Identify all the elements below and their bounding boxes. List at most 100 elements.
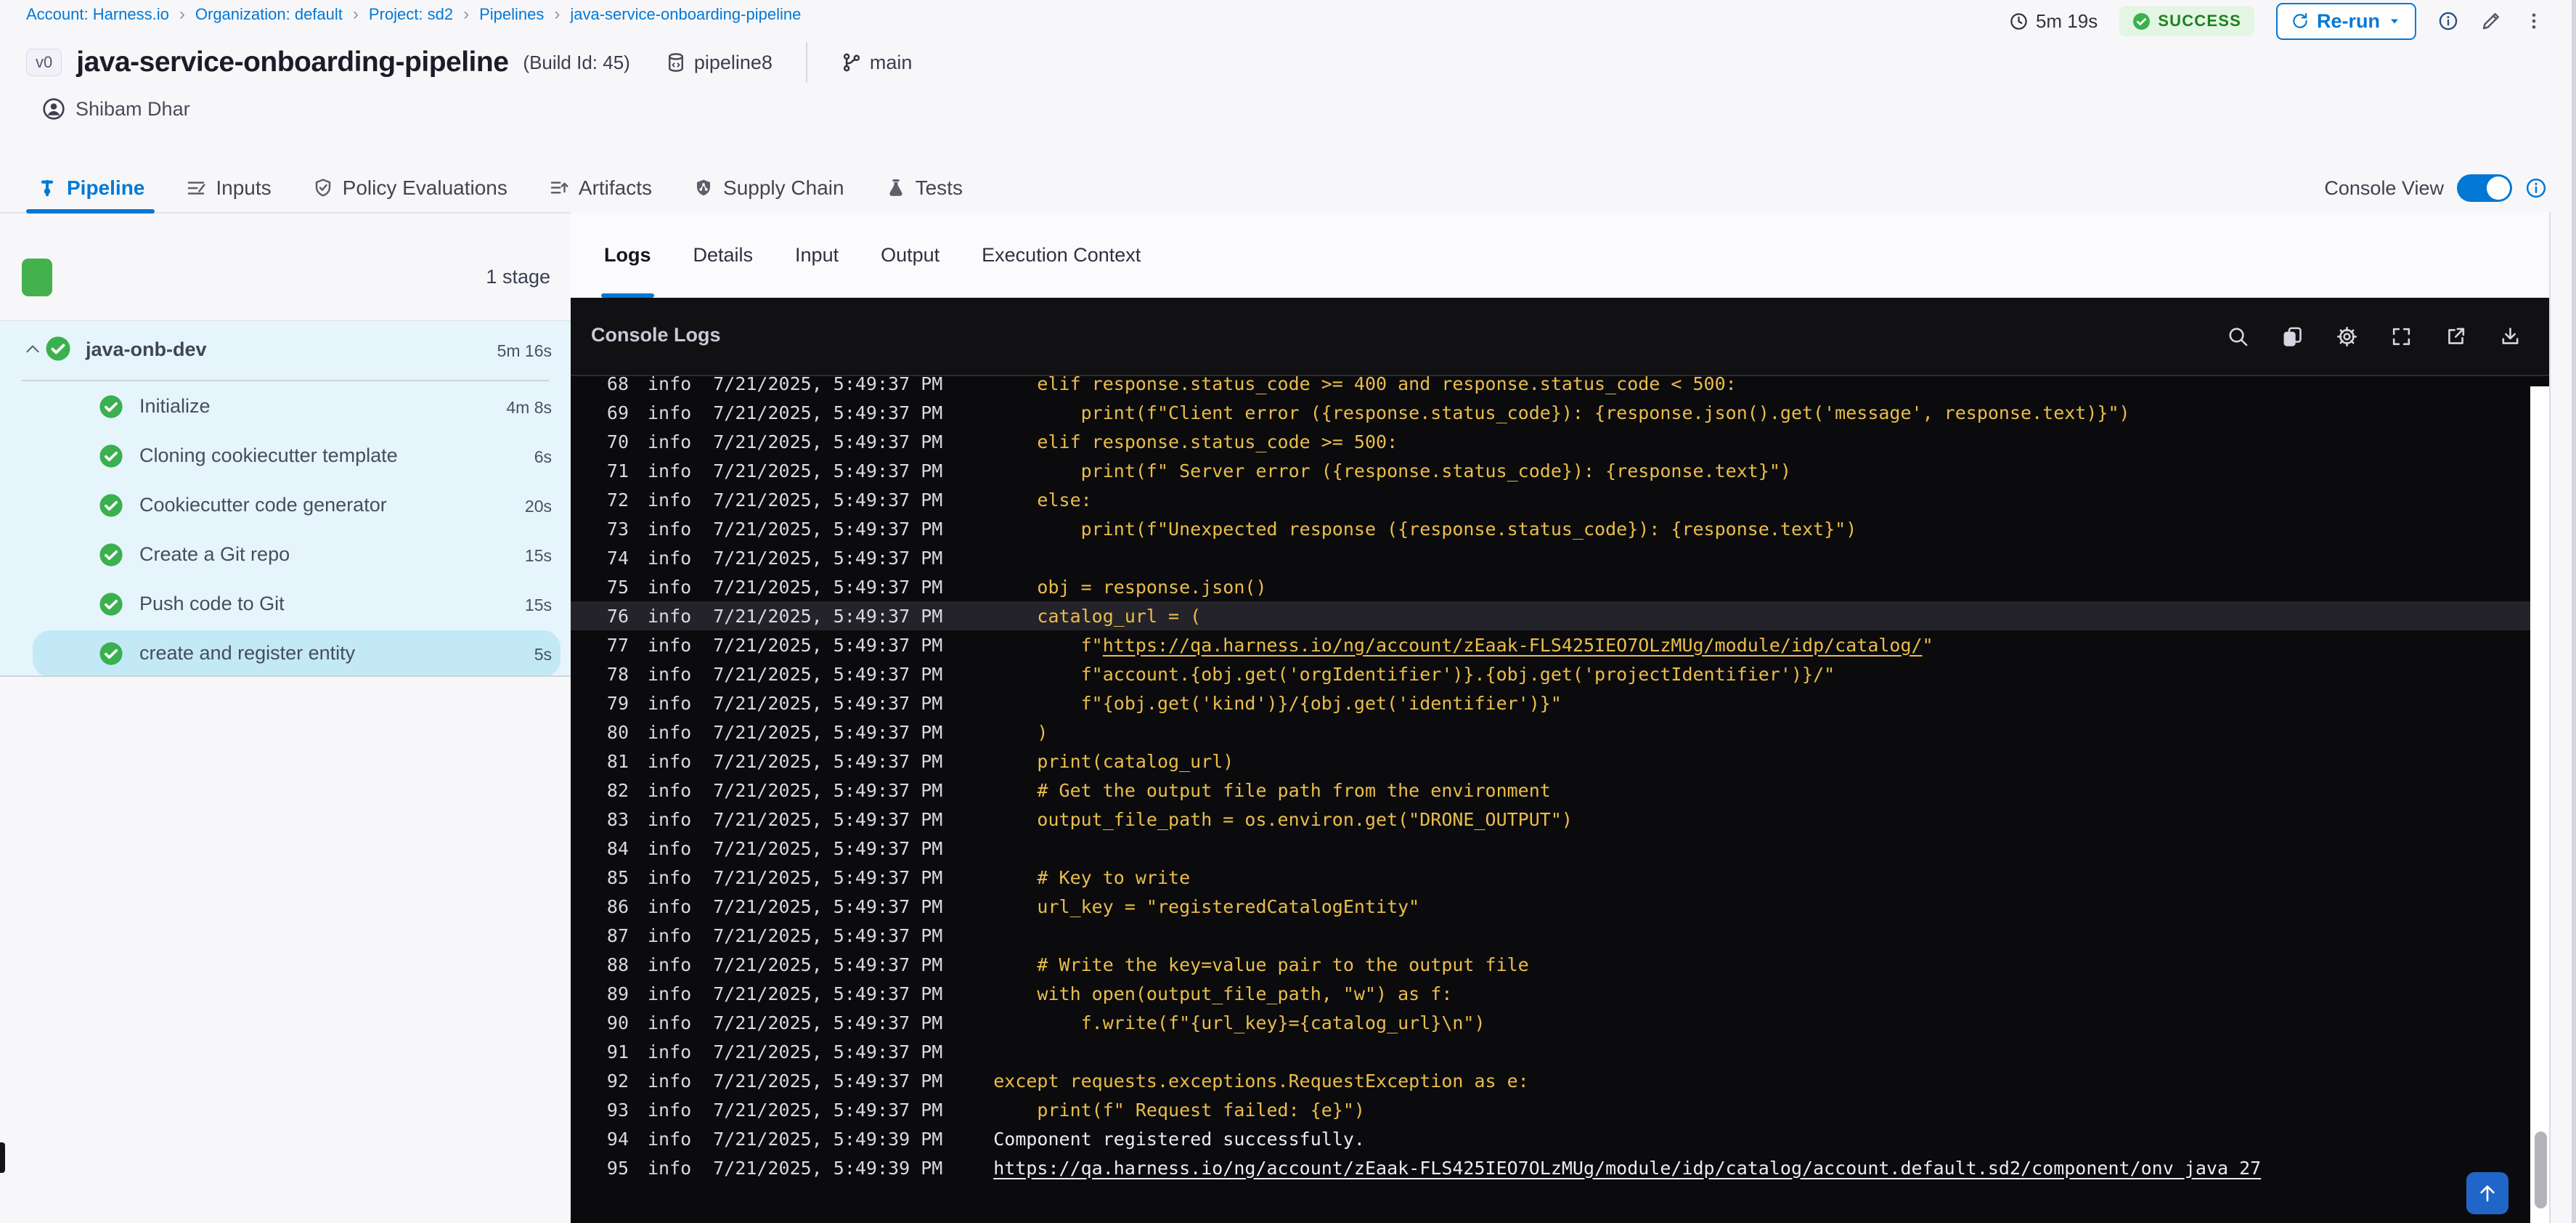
scroll-to-top-button[interactable] bbox=[2466, 1172, 2508, 1214]
log-message: # Key to write bbox=[993, 866, 1191, 888]
version-badge: v0 bbox=[26, 49, 62, 76]
step-name: Cookiecutter code generator bbox=[139, 494, 387, 516]
success-check-icon bbox=[99, 543, 123, 567]
chevron-up-icon[interactable] bbox=[23, 340, 42, 359]
console-view-toggle[interactable] bbox=[2457, 174, 2512, 202]
console-scrollbar-thumb[interactable] bbox=[2535, 1131, 2547, 1208]
log-timestamp: 7/21/2025, 5:49:37 PM bbox=[713, 895, 943, 917]
settings-icon[interactable] bbox=[2336, 325, 2358, 348]
log-line-number: 93 bbox=[606, 1099, 629, 1121]
tab-pipeline[interactable]: Pipeline bbox=[25, 164, 155, 214]
breadcrumb-item[interactable]: Organization: default bbox=[195, 5, 343, 24]
log-tab-execution-context[interactable]: Execution Context bbox=[982, 212, 1141, 298]
log-line-number: 79 bbox=[606, 692, 629, 714]
breadcrumb-item[interactable]: java-service-onboarding-pipeline bbox=[570, 5, 801, 24]
log-level: info bbox=[648, 576, 692, 598]
log-link[interactable]: https://qa.harness.io/ng/account/zEaak-F… bbox=[993, 1158, 2261, 1179]
log-tab-details[interactable]: Details bbox=[693, 212, 754, 298]
log-row: 89 info 7/21/2025, 5:49:37 PM with open(ou… bbox=[571, 979, 2530, 1008]
kebab-menu-icon[interactable] bbox=[2524, 11, 2544, 31]
log-message: print(f"Unexpected response ({response.s… bbox=[993, 518, 1857, 540]
open-in-new-icon[interactable] bbox=[2445, 325, 2467, 348]
breadcrumb-item[interactable]: Pipelines bbox=[479, 5, 544, 24]
branch-label: main bbox=[869, 51, 913, 73]
log-row: 74 info 7/21/2025, 5:49:37 PM bbox=[571, 543, 2530, 572]
title-row: v0 java-service-onboarding-pipeline (Bui… bbox=[26, 41, 912, 84]
tab-policy-evaluations[interactable]: Policy Evaluations bbox=[312, 164, 508, 212]
tab-inputs[interactable]: Inputs bbox=[185, 164, 272, 212]
step-row[interactable]: Create a Git repo 15s bbox=[0, 530, 571, 580]
info-icon[interactable] bbox=[2525, 177, 2547, 199]
tab-artifacts[interactable]: Artifacts bbox=[548, 164, 652, 212]
breadcrumb-item[interactable]: Project: sd2 bbox=[369, 5, 453, 24]
tab-label: Artifacts bbox=[578, 176, 653, 199]
tab-label: Pipeline bbox=[67, 176, 145, 199]
log-row: 84 info 7/21/2025, 5:49:37 PM bbox=[571, 834, 2530, 863]
step-row[interactable]: Cloning cookiecutter template 6s bbox=[0, 431, 571, 481]
duration-value: 5m 19s bbox=[2035, 9, 2098, 32]
step-row[interactable]: Push code to Git 15s bbox=[0, 580, 571, 629]
log-row: 71 info 7/21/2025, 5:49:37 PM print(f" Ser… bbox=[571, 456, 2530, 485]
log-message: url_key = "registeredCatalogEntity" bbox=[993, 895, 1420, 917]
step-name: Initialize bbox=[139, 395, 211, 417]
copy-icon[interactable] bbox=[2281, 325, 2304, 348]
edit-pencil-icon[interactable] bbox=[2480, 10, 2502, 32]
download-icon[interactable] bbox=[2499, 325, 2522, 348]
log-level: info bbox=[648, 954, 692, 975]
log-timestamp: 7/21/2025, 5:49:37 PM bbox=[713, 663, 943, 685]
browser-scrollbar[interactable] bbox=[2572, 0, 2576, 1223]
branch-info[interactable]: main bbox=[841, 51, 913, 74]
log-line-number: 76 bbox=[606, 605, 629, 627]
log-row: 82 info 7/21/2025, 5:49:37 PM # Get the ou… bbox=[571, 776, 2530, 805]
breadcrumb-item[interactable]: Account: Harness.io bbox=[26, 5, 169, 24]
status-label: SUCCESS bbox=[2158, 12, 2241, 30]
log-line-number: 89 bbox=[606, 983, 629, 1004]
log-row: 75 info 7/21/2025, 5:49:37 PM obj = respon… bbox=[571, 572, 2530, 601]
tests-icon bbox=[885, 177, 907, 199]
log-tab-bar: Logs Details Input Output Execution Context bbox=[571, 212, 2551, 298]
log-line-number: 68 bbox=[606, 376, 629, 394]
stage-row[interactable]: java-onb-dev 5m 16s bbox=[0, 321, 571, 379]
log-line-number: 83 bbox=[606, 808, 629, 830]
log-line-number: 72 bbox=[606, 489, 629, 511]
step-list: Initialize 4m 8s Cloning cookiecutter temp… bbox=[0, 382, 571, 678]
log-timestamp: 7/21/2025, 5:49:37 PM bbox=[713, 402, 943, 423]
step-row[interactable]: Cookiecutter code generator 20s bbox=[0, 481, 571, 530]
divider bbox=[805, 42, 807, 83]
success-check-icon bbox=[99, 444, 123, 468]
step-row[interactable]: create and register entity 5s bbox=[0, 629, 571, 678]
log-line-number: 75 bbox=[606, 576, 629, 598]
breadcrumb-separator: › bbox=[463, 4, 470, 24]
console-logs-panel: Console Logs 68 info 7/21/2025, 5:49:37 PM… bbox=[571, 298, 2551, 1223]
console-scrollbar-track[interactable] bbox=[2530, 386, 2551, 1223]
page-title: java-service-onboarding-pipeline bbox=[76, 46, 509, 78]
pipeline-icon bbox=[36, 177, 58, 199]
log-line-number: 78 bbox=[606, 663, 629, 685]
log-tab-output[interactable]: Output bbox=[881, 212, 939, 298]
log-line-number: 94 bbox=[606, 1128, 629, 1150]
search-icon[interactable] bbox=[2227, 325, 2249, 348]
person-icon bbox=[42, 97, 65, 121]
log-line-number: 80 bbox=[606, 721, 629, 743]
log-row: 92 info 7/21/2025, 5:49:37 PM except reques… bbox=[571, 1066, 2530, 1095]
log-timestamp: 7/21/2025, 5:49:37 PM bbox=[713, 1012, 943, 1033]
log-level: info bbox=[648, 808, 692, 830]
log-timestamp: 7/21/2025, 5:49:37 PM bbox=[713, 954, 943, 975]
log-tab-logs[interactable]: Logs bbox=[601, 212, 653, 298]
log-level: info bbox=[648, 866, 692, 888]
log-tab-input[interactable]: Input bbox=[795, 212, 839, 298]
pipeline-tag-label: pipeline8 bbox=[693, 51, 773, 73]
log-timestamp: 7/21/2025, 5:49:37 PM bbox=[713, 808, 943, 830]
breadcrumb-separator: › bbox=[554, 4, 561, 24]
tab-supply-chain[interactable]: Supply Chain bbox=[693, 164, 844, 212]
rerun-button[interactable]: Re-run bbox=[2276, 2, 2416, 40]
step-row[interactable]: Initialize 4m 8s bbox=[0, 382, 571, 431]
info-icon[interactable] bbox=[2438, 11, 2458, 31]
breadcrumb-separator: › bbox=[352, 4, 359, 24]
log-line-number: 82 bbox=[606, 779, 629, 801]
log-row: 77 info 7/21/2025, 5:49:37 PM f"https://qa… bbox=[571, 630, 2530, 659]
fullscreen-icon[interactable] bbox=[2390, 325, 2413, 348]
tab-tests[interactable]: Tests bbox=[885, 164, 963, 212]
artifacts-icon bbox=[548, 177, 570, 199]
log-link[interactable]: https://qa.harness.io/ng/account/zEaak-F… bbox=[1103, 635, 1923, 656]
